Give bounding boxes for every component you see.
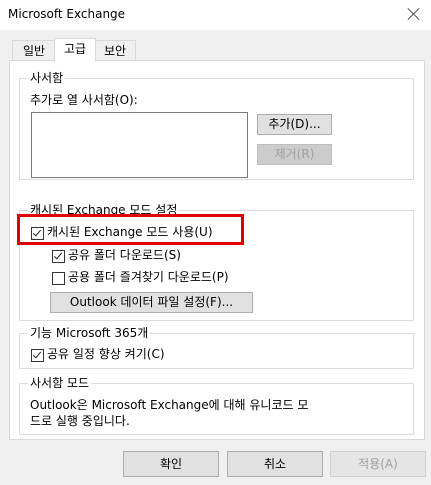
m365-features-group-legend: 기능 Microsoft 365개 xyxy=(28,326,151,340)
mailbox-group: 사서함 추가로 열 사서함(O): 추가(D)... 제거(R) xyxy=(19,71,414,180)
ok-button[interactable]: 확인 xyxy=(123,451,219,477)
mailbox-list[interactable] xyxy=(31,112,248,178)
title-bar: Microsoft Exchange xyxy=(0,0,431,30)
download-shared-folders-label: 공유 폴더 다운로드(S) xyxy=(68,248,181,262)
add-mailbox-button[interactable]: 추가(D)... xyxy=(257,114,332,135)
apply-button[interactable]: 적용(A) xyxy=(330,451,426,477)
close-icon[interactable] xyxy=(407,7,421,21)
red-highlight-box xyxy=(17,214,244,245)
mailbox-mode-text-line2: 드로 실행 중입니다. xyxy=(30,414,130,428)
mailbox-group-legend: 사서함 xyxy=(28,71,66,85)
mailbox-mode-group-legend: 사서함 모드 xyxy=(28,376,92,390)
download-shared-folders-checkbox[interactable] xyxy=(52,250,65,263)
window-title: Microsoft Exchange xyxy=(8,7,126,21)
download-public-favorites-checkbox[interactable] xyxy=(52,272,65,285)
open-mailbox-label: 추가로 열 사서함(O): xyxy=(30,93,138,107)
tab-general[interactable]: 일반 xyxy=(12,40,56,61)
cancel-button[interactable]: 취소 xyxy=(227,451,323,477)
tab-security[interactable]: 보안 xyxy=(94,40,136,61)
shared-calendar-checkbox[interactable] xyxy=(31,349,44,362)
mailbox-mode-text-line1: Outlook은 Microsoft Exchange에 대해 유니코드 모 xyxy=(30,398,309,412)
advanced-panel: 사서함 추가로 열 사서함(O): 추가(D)... 제거(R) 캐시된 Exc… xyxy=(9,60,425,440)
shared-calendar-label: 공유 일정 향상 켜기(C) xyxy=(47,347,165,361)
remove-mailbox-button[interactable]: 제거(R) xyxy=(257,144,332,165)
download-public-favorites-label: 공용 폴더 즐겨찾기 다운로드(P) xyxy=(68,270,229,284)
ost-settings-button[interactable]: Outlook 데이터 파일 설정(F)... xyxy=(50,292,253,313)
tab-advanced[interactable]: 고급 xyxy=(54,38,96,62)
